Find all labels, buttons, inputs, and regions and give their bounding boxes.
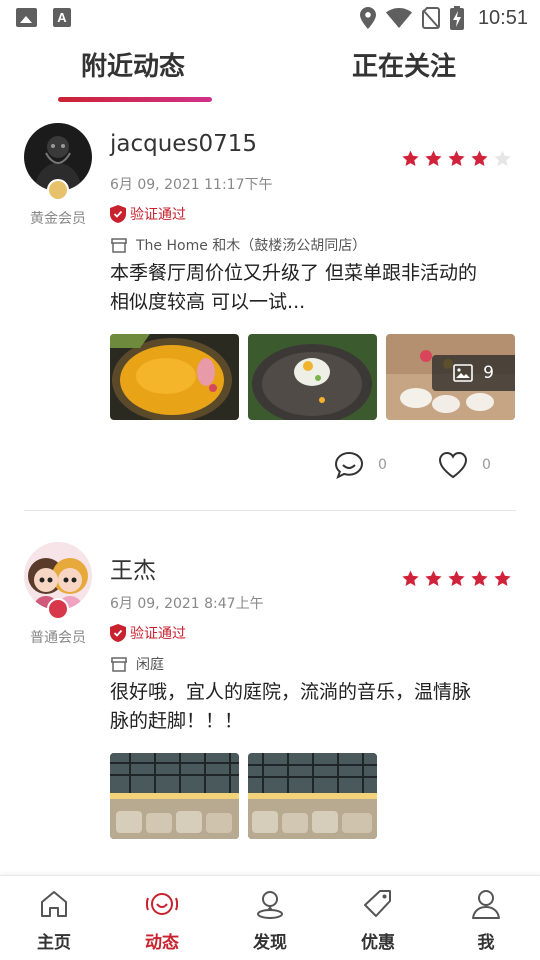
post-text-line: 相似度较高 可以一试... <box>110 291 306 313</box>
tab-following[interactable]: 正在关注 <box>352 46 456 83</box>
post-photo[interactable] <box>110 334 239 420</box>
star-filled-icon <box>448 150 465 166</box>
post-content[interactable]: 很好哦，宜人的庭院，流淌的音乐，温情脉 脉的赶脚！！！ <box>110 678 520 736</box>
star-filled-icon <box>402 570 419 586</box>
post-photo[interactable] <box>110 753 239 839</box>
post-text-line: 很好哦，宜人的庭院，流淌的音乐，温情脉 <box>110 681 472 703</box>
post-text-line: 脉的赶脚！！！ <box>110 710 244 732</box>
image-count-overlay: 9 <box>432 355 515 391</box>
comment-count: 0 <box>378 457 387 473</box>
profile-icon <box>472 890 500 919</box>
restaurant-name: The Home 和木（鼓楼汤公胡同店） <box>136 238 367 254</box>
restaurant-location[interactable]: The Home 和木（鼓楼汤公胡同店） <box>110 235 366 255</box>
verified-text: 验证通过 <box>130 626 186 642</box>
post-datetime: 6月 09, 2021 11:17下午 <box>110 177 273 193</box>
nav-discover[interactable]: 发现 <box>216 876 324 960</box>
star-empty-icon <box>494 150 511 166</box>
post-photo[interactable] <box>248 334 377 420</box>
nav-label: 动态 <box>145 933 179 953</box>
tab-nearby[interactable]: 附近动态 <box>81 46 185 83</box>
feed-tabs: 附近动态 正在关注 <box>0 36 540 104</box>
verified-shield-icon <box>110 624 126 642</box>
restaurant-icon <box>111 657 127 672</box>
nav-label: 优惠 <box>361 933 395 953</box>
rating-stars <box>401 569 512 588</box>
restaurant-icon <box>111 238 127 253</box>
post-datetime: 6月 09, 2021 8:47上午 <box>110 596 264 612</box>
home-icon <box>41 891 67 917</box>
font-icon: A <box>53 8 71 27</box>
star-filled-icon <box>425 150 442 166</box>
post-photo[interactable]: 9 <box>386 334 515 420</box>
gold-member-badge-icon <box>47 179 69 201</box>
nav-label: 发现 <box>253 933 287 953</box>
verified-label: 验证通过 <box>110 623 186 643</box>
status-bar: A 10:51 <box>0 0 540 36</box>
username[interactable]: 王杰 <box>110 551 156 585</box>
nav-home[interactable]: 主页 <box>0 876 108 960</box>
post-divider <box>24 510 516 511</box>
verified-label: 验证通过 <box>110 204 186 224</box>
restaurant-name: 闲庭 <box>136 657 164 673</box>
bottom-navigation: 主页 动态 发现 优惠 我 <box>0 875 540 960</box>
post-text-line: 本季餐厅周价位又升级了 但菜单跟非活动的 <box>110 262 478 284</box>
tag-icon <box>364 890 391 917</box>
feed-list[interactable]: 黄金会员 jacques0715 6月 09, 2021 11:17下午 验证通… <box>0 104 540 874</box>
member-level: 普通会员 <box>30 630 86 646</box>
star-filled-icon <box>402 150 419 166</box>
nav-profile[interactable]: 我 <box>432 876 540 960</box>
star-filled-icon <box>448 570 465 586</box>
star-filled-icon <box>471 570 488 586</box>
nav-feed[interactable]: 动态 <box>108 876 216 960</box>
location-icon <box>359 7 376 29</box>
star-filled-icon <box>425 570 442 586</box>
post-content[interactable]: 本季餐厅周价位又升级了 但菜单跟非活动的 相似度较高 可以一试... <box>110 259 520 317</box>
like-button[interactable]: 0 <box>438 451 491 479</box>
restaurant-location[interactable]: 闲庭 <box>110 654 164 674</box>
nav-label: 主页 <box>37 933 71 953</box>
no-sim-icon <box>421 7 440 29</box>
comment-icon <box>334 451 364 479</box>
heart-icon <box>438 451 468 479</box>
rating-stars <box>401 149 512 168</box>
nav-label: 我 <box>477 933 495 953</box>
battery-charging-icon <box>449 6 464 30</box>
clock: 10:51 <box>477 6 528 29</box>
comment-button[interactable]: 0 <box>334 451 387 479</box>
image-icon <box>453 364 473 382</box>
verified-text: 验证通过 <box>130 207 186 223</box>
nav-deals[interactable]: 优惠 <box>324 876 432 960</box>
gallery-icon <box>16 8 37 27</box>
active-tab-indicator <box>58 97 212 102</box>
discover-icon <box>257 891 283 919</box>
like-count: 0 <box>482 457 491 473</box>
member-level: 黄金会员 <box>30 211 86 227</box>
username[interactable]: jacques0715 <box>110 131 257 157</box>
feed-icon <box>146 893 178 915</box>
regular-member-badge-icon <box>47 598 69 620</box>
post-photo[interactable] <box>248 753 377 839</box>
image-count: 9 <box>483 363 494 383</box>
verified-shield-icon <box>110 205 126 223</box>
star-filled-icon <box>494 570 511 586</box>
wifi-icon <box>385 8 412 28</box>
star-filled-icon <box>471 150 488 166</box>
